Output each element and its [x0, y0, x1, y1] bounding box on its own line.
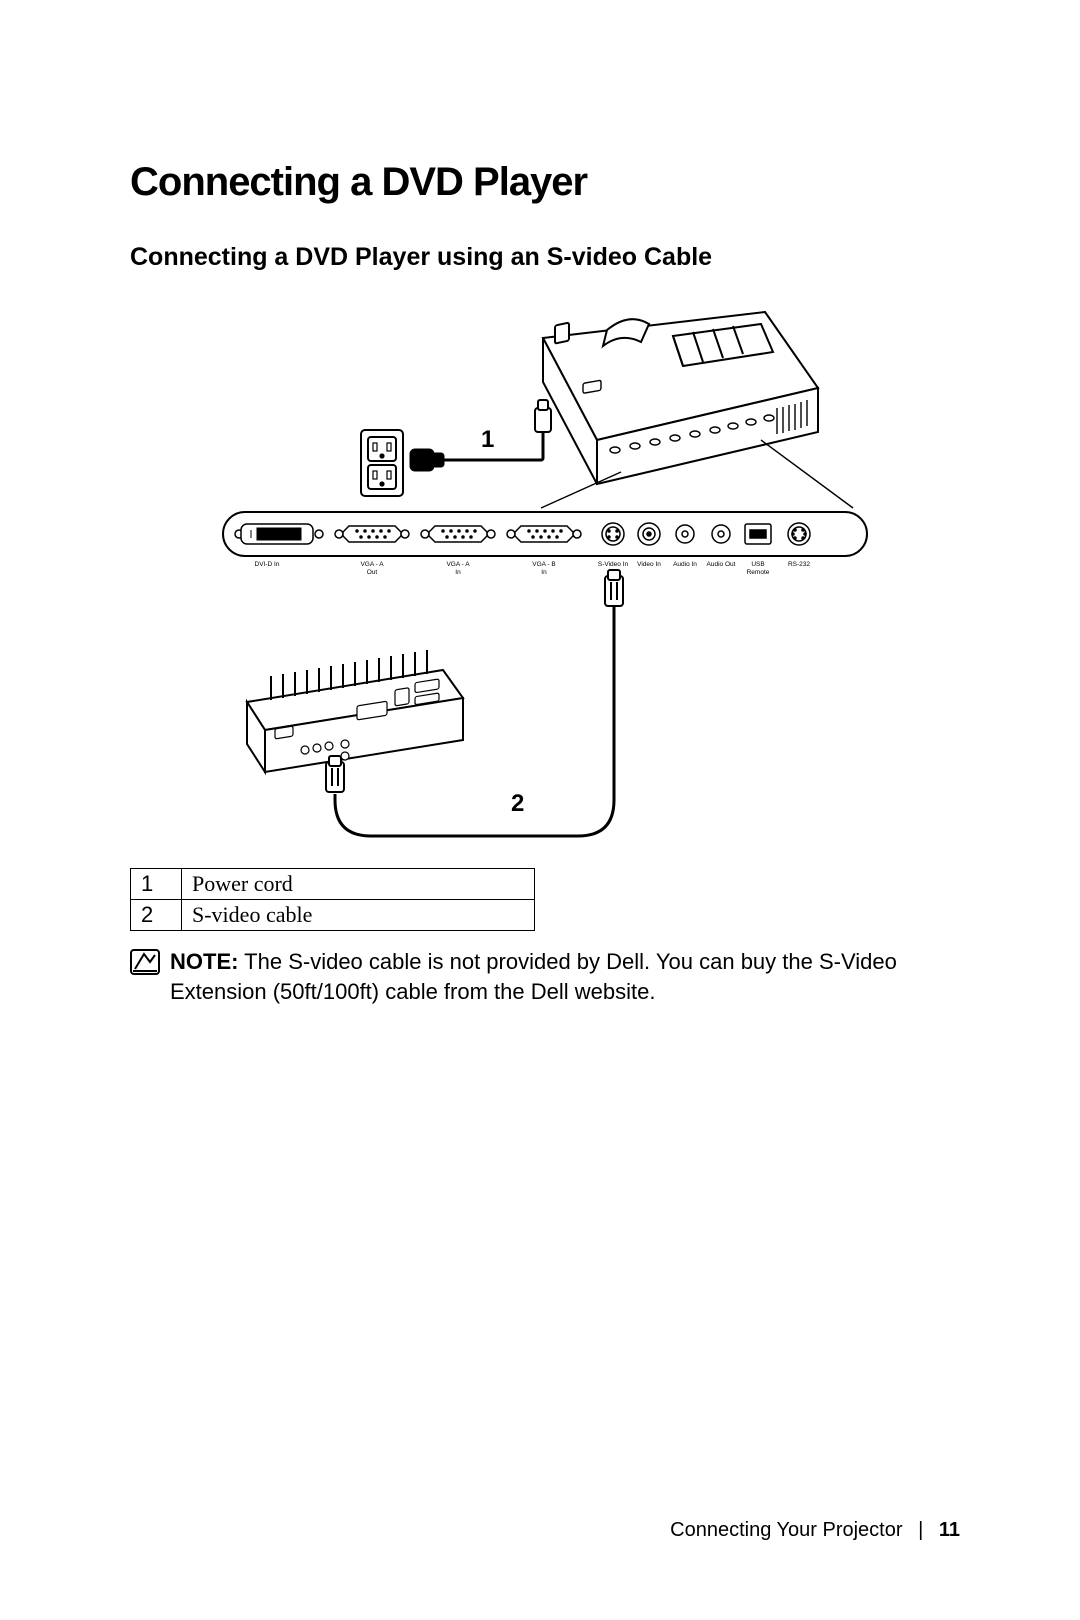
note-label: NOTE:	[170, 949, 238, 974]
wall-outlet-icon	[361, 430, 403, 496]
footer-section: Connecting Your Projector	[670, 1519, 902, 1541]
svg-text:In: In	[455, 569, 461, 576]
port-label-vga-b-in: VGA - B	[532, 561, 555, 568]
section-heading: Connecting a DVD Player using an S-video…	[130, 243, 960, 272]
svg-text:In: In	[541, 569, 547, 576]
legend-num: 2	[131, 900, 182, 931]
port-label-svideo: S-Video In	[598, 561, 629, 568]
svg-text:Remote: Remote	[747, 569, 770, 576]
note: NOTE: The S-video cable is not provided …	[130, 947, 960, 1006]
port-label-usb: USB	[751, 561, 764, 568]
page-number: 11	[939, 1519, 960, 1541]
port-label-vga-a-out: VGA - A	[360, 561, 384, 568]
note-body: The S-video cable is not provided by Del…	[170, 949, 897, 1004]
note-icon	[130, 949, 160, 983]
port-panel-icon: DVI-D In VGA - A Out VGA - A In VGA - B …	[223, 512, 867, 576]
legend-label: S-video cable	[182, 900, 535, 931]
page-title: Connecting a DVD Player	[130, 160, 960, 205]
port-label-audio-out: Audio Out	[707, 561, 736, 568]
dvd-player-icon	[247, 650, 463, 772]
table-row: 2 S-video cable	[131, 900, 535, 931]
table-row: 1 Power cord	[131, 869, 535, 900]
page-footer: Connecting Your Projector | 11	[670, 1519, 960, 1542]
legend-num: 1	[131, 869, 182, 900]
callout-2: 2	[511, 790, 524, 818]
port-label-dvid: DVI-D In	[255, 561, 280, 568]
port-label-vga-a-in: VGA - A	[446, 561, 470, 568]
projector-perspective-icon	[543, 312, 818, 484]
port-label-video: Video In	[637, 561, 661, 568]
note-text: NOTE: The S-video cable is not provided …	[170, 947, 960, 1006]
callout-1: 1	[481, 426, 494, 454]
legend-label: Power cord	[182, 869, 535, 900]
page: Connecting a DVD Player Connecting a DVD…	[0, 0, 1080, 1620]
connection-diagram: DVI-D In VGA - A Out VGA - A In VGA - B …	[205, 300, 885, 848]
port-label-audio-in: Audio In	[673, 561, 697, 568]
legend-table: 1 Power cord 2 S-video cable	[130, 868, 535, 931]
port-label-rs232: RS-232	[788, 561, 810, 568]
svg-text:Out: Out	[367, 569, 378, 576]
footer-separator: |	[918, 1519, 923, 1541]
